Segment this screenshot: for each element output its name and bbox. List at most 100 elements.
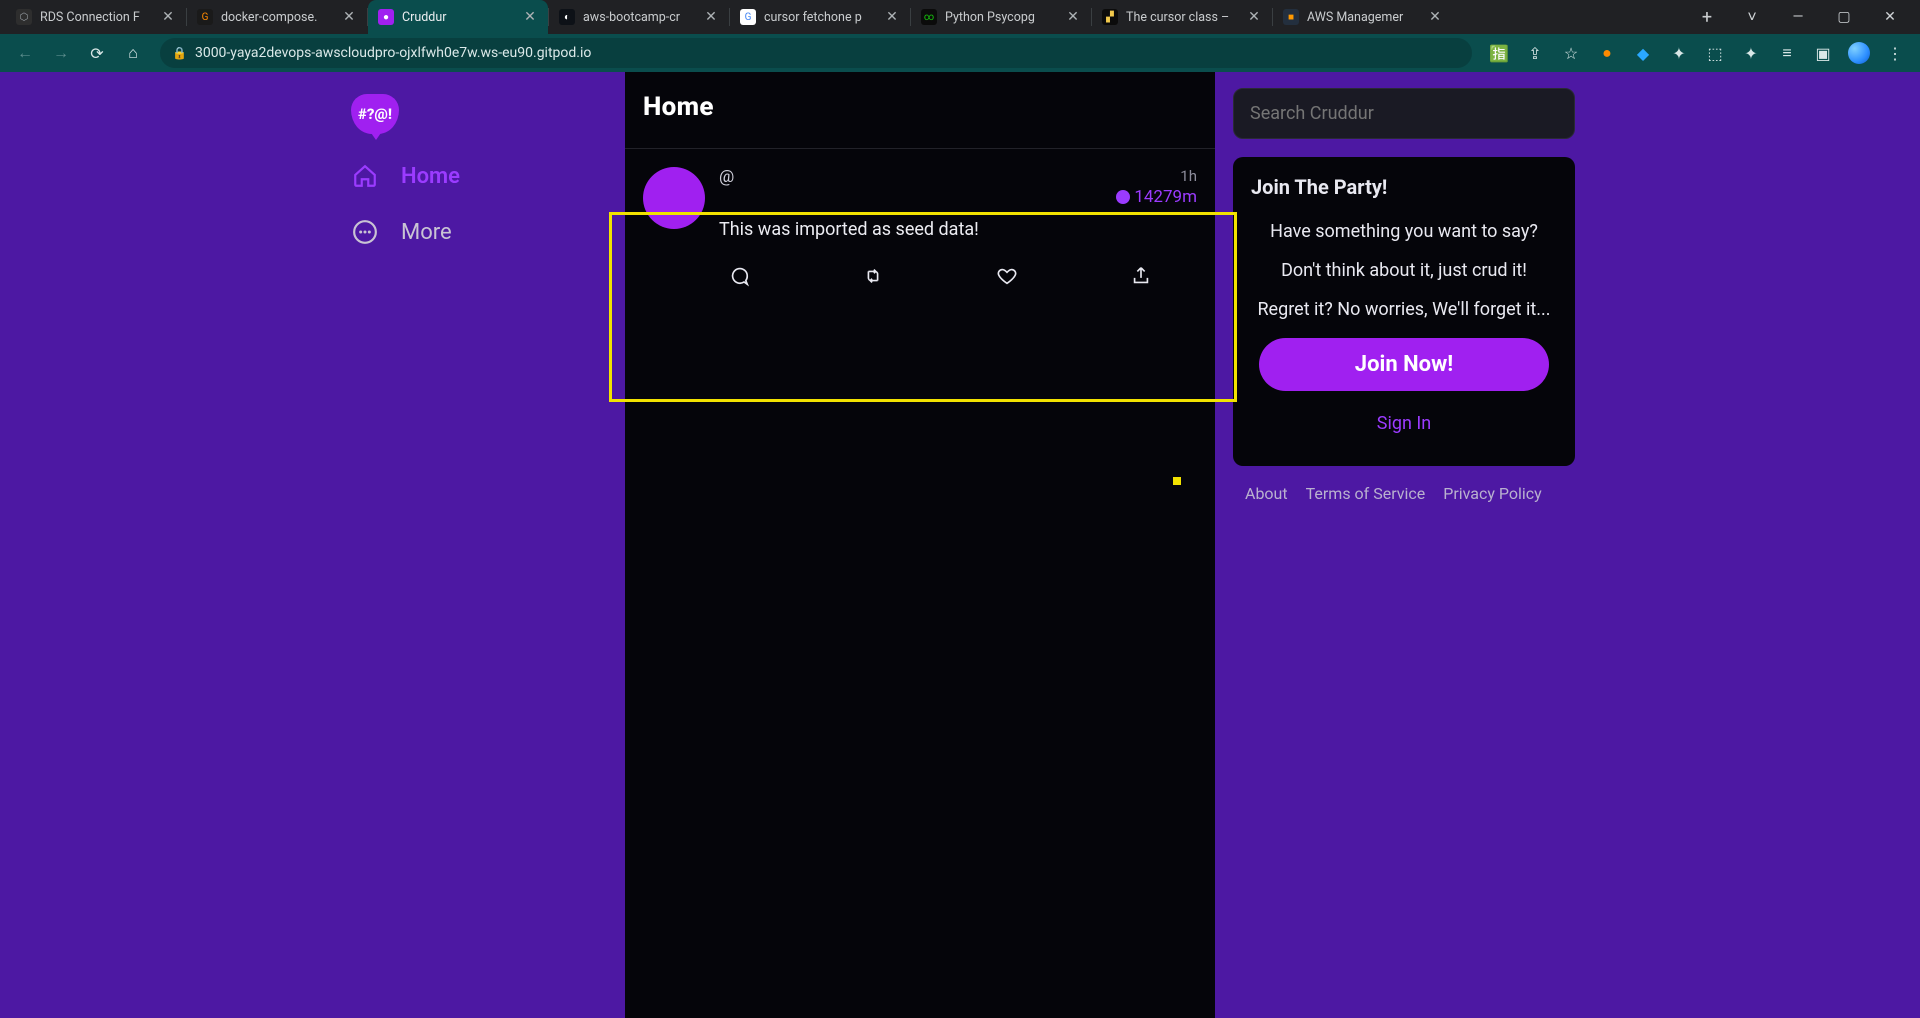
tab-title: RDS Connection F bbox=[40, 10, 152, 25]
party-line-1: Have something you want to say? bbox=[1251, 221, 1557, 242]
party-line-3: Regret it? No worries, We'll forget it..… bbox=[1251, 299, 1557, 320]
toolbar-right: 🈯 ⇪ ☆ ● ◆ ✦ ⬚ ✦ ≡ ▣ ⋮ bbox=[1484, 42, 1910, 64]
tab-title: Cruddur bbox=[402, 10, 514, 25]
post-avatar[interactable] bbox=[643, 167, 705, 229]
tab-close-icon[interactable]: ✕ bbox=[522, 9, 538, 25]
left-column: #?@! Home More bbox=[345, 72, 625, 1018]
tab-close-icon[interactable]: ✕ bbox=[341, 9, 357, 25]
post-handle[interactable]: @ bbox=[719, 167, 734, 187]
new-tab-button[interactable]: + bbox=[1692, 2, 1722, 32]
tab-favicon: ● bbox=[378, 9, 394, 25]
tab-title: Python Psycopg bbox=[945, 10, 1057, 25]
tab-close-icon[interactable]: ✕ bbox=[1246, 9, 1262, 25]
reading-list-icon[interactable]: ≡ bbox=[1776, 42, 1798, 64]
footer-about[interactable]: About bbox=[1245, 484, 1288, 503]
home-icon bbox=[351, 162, 379, 190]
window-maximize[interactable]: ▢ bbox=[1830, 9, 1858, 25]
nav-more[interactable]: More bbox=[351, 218, 613, 246]
nav-reload[interactable]: ⟳ bbox=[82, 38, 112, 68]
search-input[interactable] bbox=[1233, 88, 1575, 139]
share-button[interactable] bbox=[1127, 262, 1155, 290]
browser-tab[interactable]: Gdocker-compose. ✕ bbox=[187, 0, 367, 34]
tab-title: docker-compose. bbox=[221, 10, 333, 25]
ext-dot-icon[interactable]: ● bbox=[1596, 42, 1618, 64]
profile-avatar[interactable] bbox=[1848, 42, 1870, 64]
tab-title: aws-bootcamp-cr bbox=[583, 10, 695, 25]
post-actions bbox=[625, 248, 1215, 308]
lock-icon: 🔒 bbox=[172, 46, 187, 60]
tab-title: AWS Managemer bbox=[1307, 10, 1419, 25]
browser-menu-icon[interactable]: ⋮ bbox=[1884, 42, 1906, 64]
tab-close-icon[interactable]: ✕ bbox=[1427, 9, 1443, 25]
app-page: #?@! Home More Home bbox=[0, 72, 1920, 1018]
feed-post[interactable]: @ 1h 14279m This was imported as seed da… bbox=[625, 149, 1215, 248]
footer-terms[interactable]: Terms of Service bbox=[1306, 484, 1426, 503]
tab-favicon: ⬡ bbox=[16, 9, 32, 25]
reply-button[interactable] bbox=[725, 262, 753, 290]
translate-icon[interactable]: 🈯 bbox=[1488, 42, 1510, 64]
like-button[interactable] bbox=[993, 262, 1021, 290]
join-now-button[interactable]: Join Now! bbox=[1259, 338, 1549, 391]
browser-tab[interactable]: Gcursor fetchone p ✕ bbox=[730, 0, 910, 34]
browser-tab[interactable]: ⬡ RDS Connection F ✕ bbox=[6, 0, 186, 34]
right-column: Join The Party! Have something you want … bbox=[1215, 72, 1575, 1018]
browser-titlebar: ⬡ RDS Connection F ✕ Gdocker-compose. ✕ ● Crud… bbox=[0, 0, 1920, 34]
nav-forward[interactable]: → bbox=[46, 38, 76, 68]
browser-tab[interactable]: ▞ The cursor class – ✕ bbox=[1092, 0, 1272, 34]
browser-tab[interactable]: ◐aws-bootcamp-cr✕ bbox=[549, 0, 729, 34]
tab-title: The cursor class – bbox=[1126, 10, 1238, 25]
address-bar: ← → ⟳ ⌂ 🔒 3000-yaya2devops-awscloudpro-o… bbox=[0, 34, 1920, 72]
extensions-icon[interactable]: ✦ bbox=[1740, 42, 1762, 64]
party-title: Join The Party! bbox=[1251, 175, 1557, 199]
ext-diamond-icon[interactable]: ◆ bbox=[1632, 42, 1654, 64]
share-icon[interactable]: ⇪ bbox=[1524, 42, 1546, 64]
url-text: 3000-yaya2devops-awscloudpro-ojxlfwh0e7w… bbox=[195, 45, 591, 61]
tab-favicon: G bbox=[740, 9, 756, 25]
post-expires-value: 14279m bbox=[1134, 187, 1197, 207]
star-icon[interactable]: ☆ bbox=[1560, 42, 1582, 64]
devtools-icon[interactable]: ⬚ bbox=[1704, 42, 1726, 64]
window-minimize[interactable]: — bbox=[1784, 9, 1812, 25]
tab-close-icon[interactable]: ✕ bbox=[1065, 9, 1081, 25]
join-party-card: Join The Party! Have something you want … bbox=[1233, 157, 1575, 466]
post-body: @ 1h 14279m This was imported as seed da… bbox=[719, 167, 1197, 240]
center-column: Home @ 1h 14279m bbox=[625, 72, 1215, 1018]
bomb-icon bbox=[1116, 190, 1130, 204]
browser-tab[interactable]: ■ AWS Managemer ✕ bbox=[1273, 0, 1453, 34]
ext-sparkle-icon[interactable]: ✦ bbox=[1668, 42, 1690, 64]
nav-list: Home More bbox=[345, 162, 613, 246]
highlight-dot bbox=[1173, 477, 1181, 485]
feed-title: Home bbox=[625, 72, 1215, 148]
window-close[interactable]: ✕ bbox=[1876, 9, 1904, 25]
more-icon bbox=[351, 218, 379, 246]
tab-close-icon[interactable]: ✕ bbox=[703, 9, 719, 25]
app-grid: #?@! Home More Home bbox=[345, 72, 1575, 1018]
post-time: 1h bbox=[1116, 167, 1197, 185]
browser-tab[interactable]: ● Cruddur ✕ bbox=[368, 0, 548, 34]
browser-tab[interactable]: ∞ Python Psycopg ✕ bbox=[911, 0, 1091, 34]
tab-close-icon[interactable]: ✕ bbox=[160, 9, 176, 25]
tab-overflow-button[interactable]: ˅ bbox=[1738, 7, 1766, 27]
tab-favicon: G bbox=[197, 9, 213, 25]
nav-home[interactable]: Home bbox=[351, 162, 613, 190]
tab-favicon: ▞ bbox=[1102, 9, 1118, 25]
tab-favicon: ∞ bbox=[921, 9, 937, 25]
post-content: This was imported as seed data! bbox=[719, 219, 1197, 240]
tab-title: cursor fetchone p bbox=[764, 10, 876, 25]
sidepanel-icon[interactable]: ▣ bbox=[1812, 42, 1834, 64]
nav-home[interactable]: ⌂ bbox=[118, 38, 148, 68]
footer-privacy[interactable]: Privacy Policy bbox=[1443, 484, 1542, 503]
footer-links: About Terms of Service Privacy Policy bbox=[1233, 484, 1575, 503]
cruddur-logo[interactable]: #?@! bbox=[351, 94, 399, 134]
nav-home-label: Home bbox=[401, 164, 460, 189]
tab-favicon: ■ bbox=[1283, 9, 1299, 25]
post-expires: 14279m bbox=[1116, 187, 1197, 207]
party-line-2: Don't think about it, just crud it! bbox=[1251, 260, 1557, 281]
window-controls: ˅ — ▢ ✕ bbox=[1722, 7, 1920, 27]
nav-more-label: More bbox=[401, 220, 452, 245]
tab-close-icon[interactable]: ✕ bbox=[884, 9, 900, 25]
nav-back[interactable]: ← bbox=[10, 38, 40, 68]
url-box[interactable]: 🔒 3000-yaya2devops-awscloudpro-ojxlfwh0e… bbox=[160, 38, 1472, 68]
repost-button[interactable] bbox=[859, 262, 887, 290]
sign-in-link[interactable]: Sign In bbox=[1251, 413, 1557, 434]
